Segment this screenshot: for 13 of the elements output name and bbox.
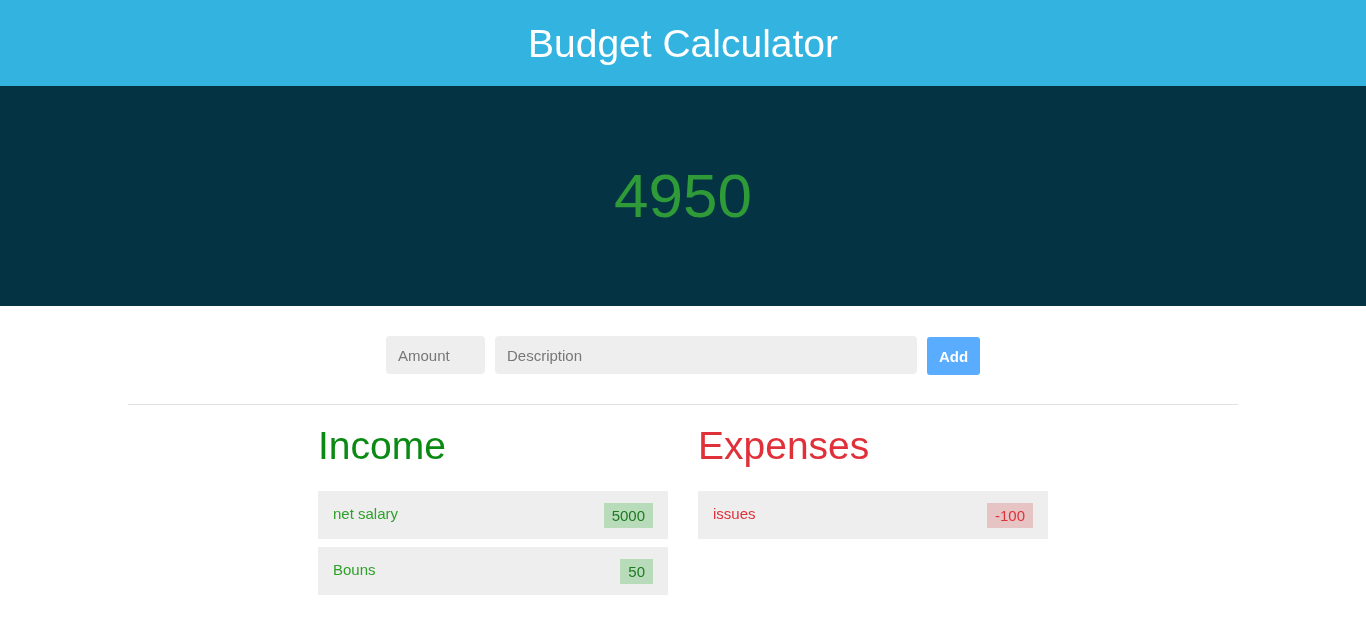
page-title: Budget Calculator <box>528 23 838 63</box>
description-field[interactable]: Description <box>495 336 917 374</box>
item-description: issues <box>713 504 756 522</box>
amount-field[interactable]: Amount <box>386 336 485 374</box>
item-description: net salary <box>333 504 399 522</box>
expense-heading: Expenses <box>698 423 871 469</box>
add-button[interactable]: Add <box>927 337 980 375</box>
item-amount: -100 <box>986 502 1033 528</box>
item-description: Bouns <box>333 560 376 578</box>
balance-amount: 4950 <box>614 165 752 227</box>
item-amount: 50 <box>620 558 653 584</box>
item-amount: 5000 <box>603 502 653 528</box>
income-heading: Income <box>318 423 447 469</box>
